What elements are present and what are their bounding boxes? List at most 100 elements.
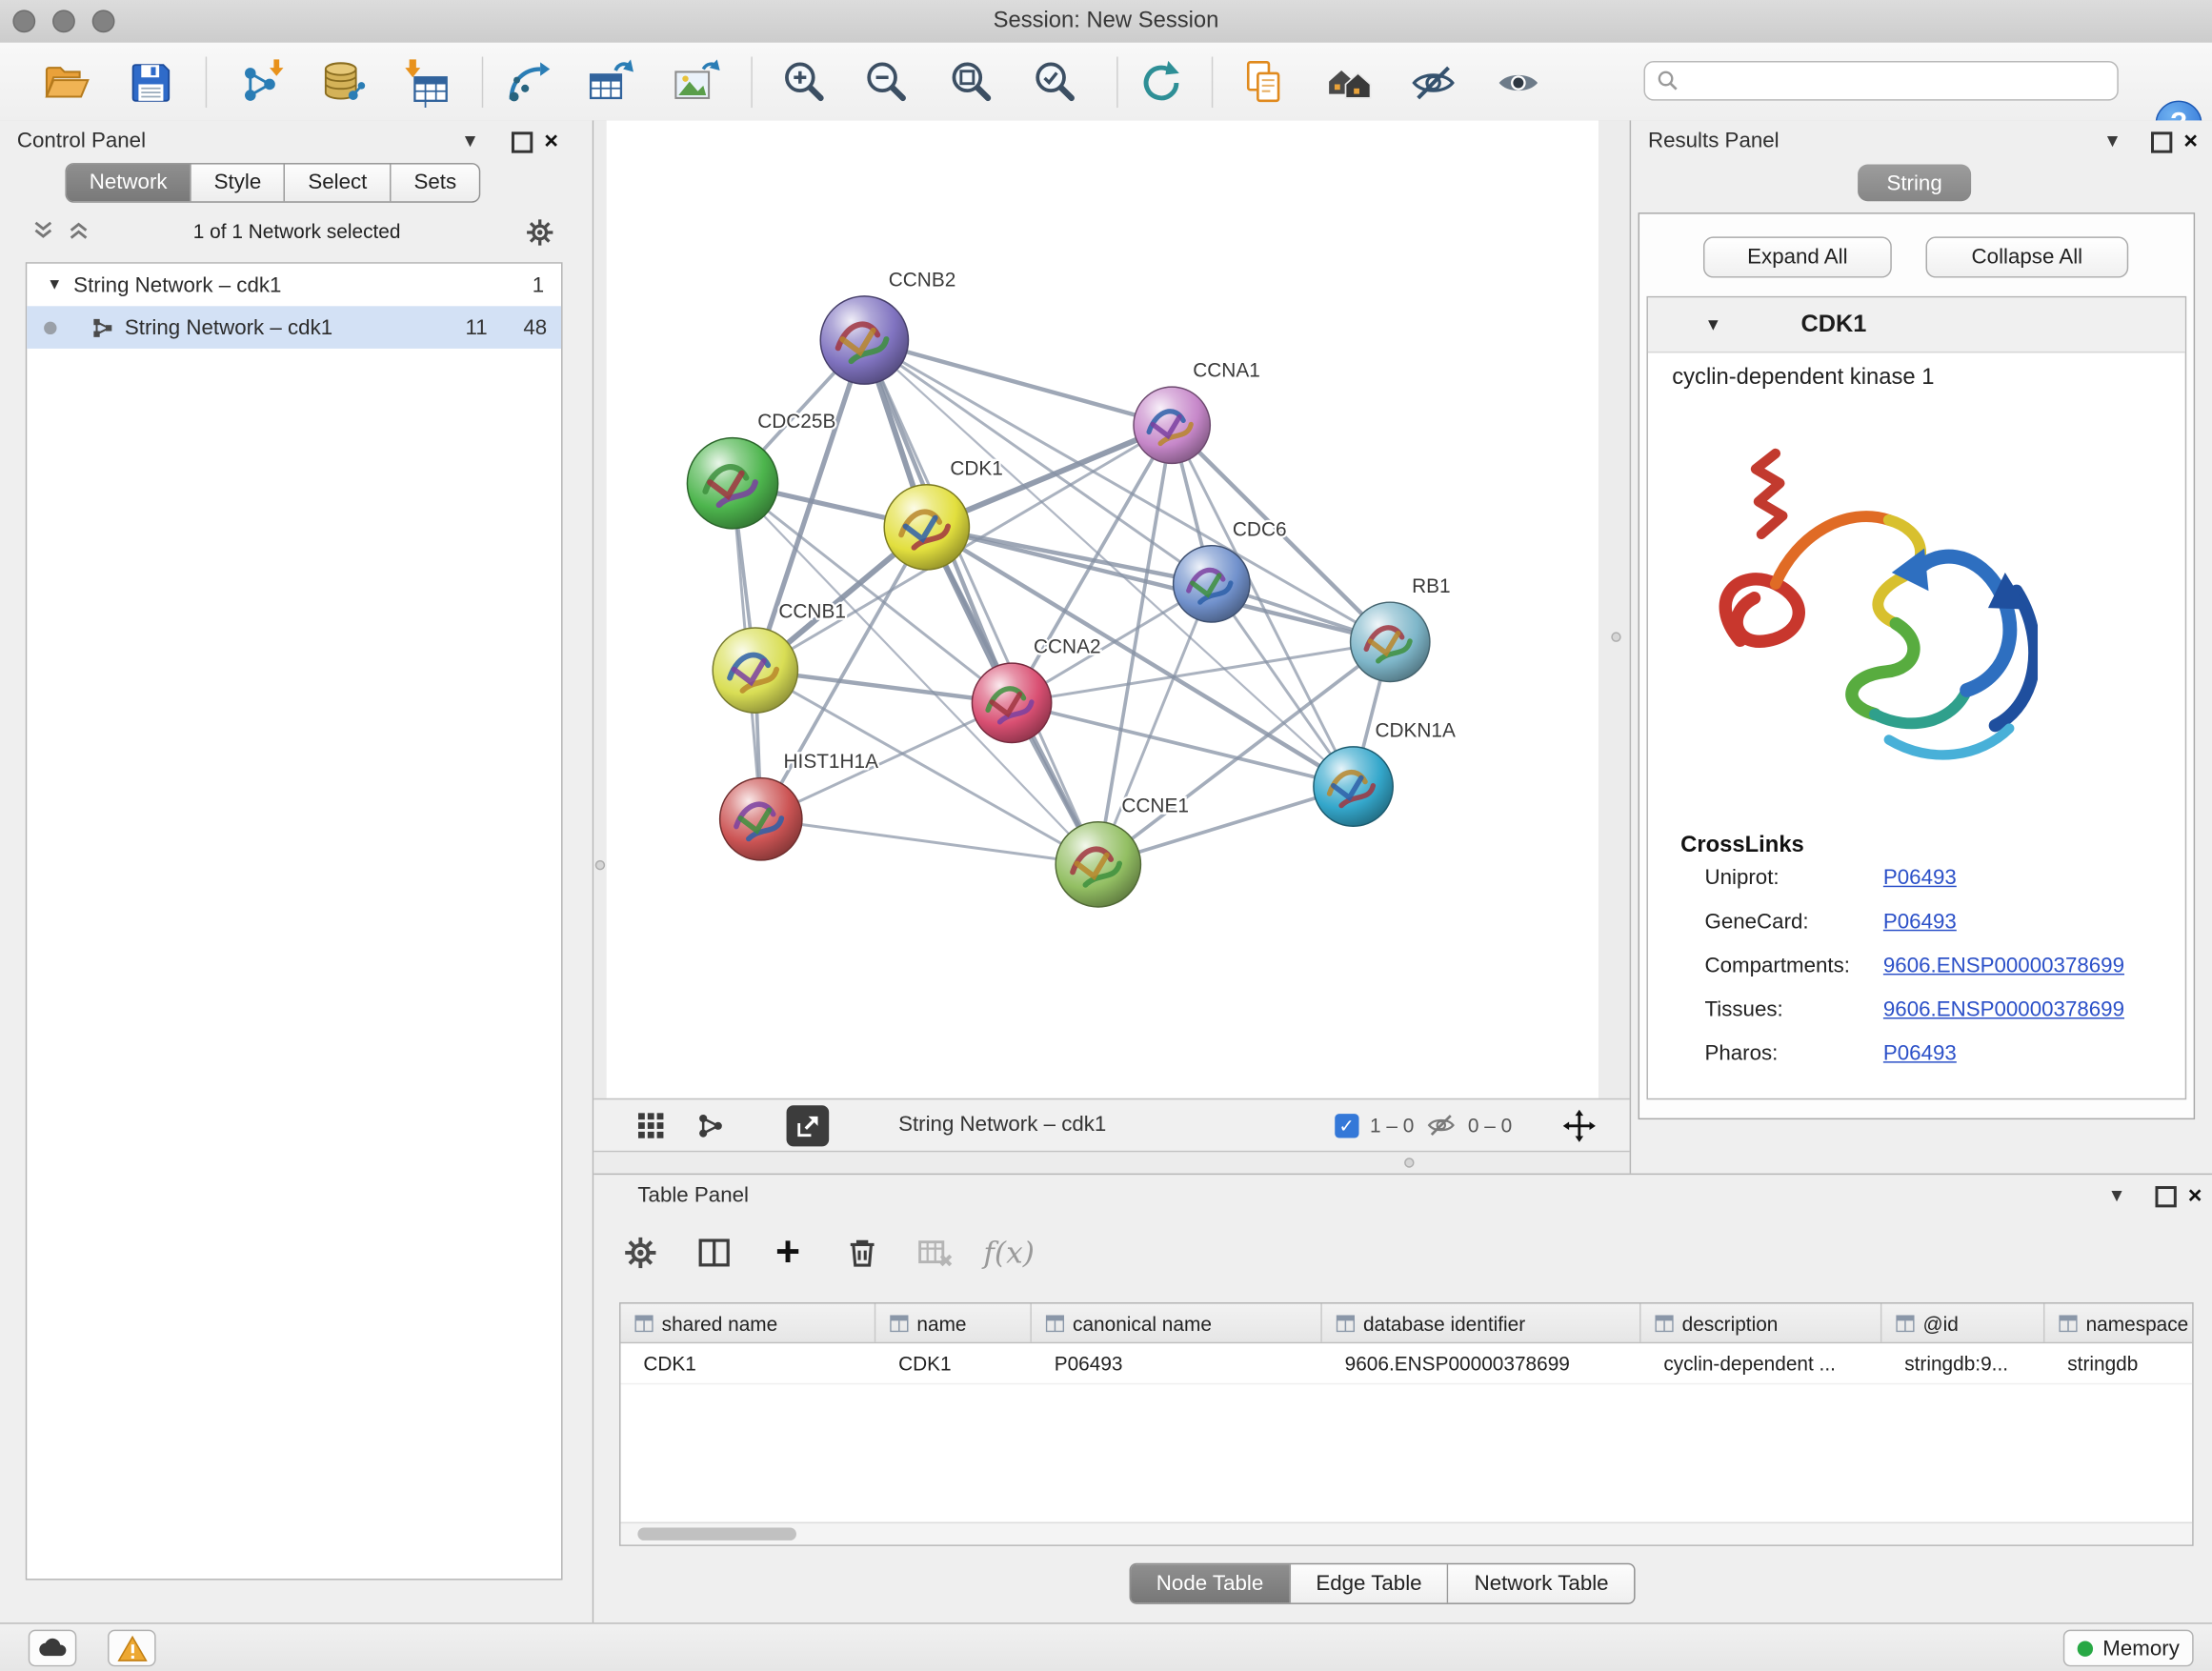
selected-checkbox-icon[interactable]: ✓ bbox=[1335, 1113, 1358, 1137]
search-box[interactable] bbox=[1644, 61, 2119, 101]
cloud-status-button[interactable] bbox=[29, 1630, 77, 1667]
birdseye-view-icon[interactable] bbox=[695, 1111, 725, 1140]
delete-table-button[interactable] bbox=[914, 1232, 956, 1275]
delete-column-button[interactable] bbox=[840, 1232, 883, 1275]
table-horizontal-scrollbar[interactable] bbox=[621, 1522, 2193, 1545]
refresh-layout-button[interactable] bbox=[1130, 55, 1192, 110]
table-cell[interactable]: stringdb:9... bbox=[1881, 1343, 2044, 1383]
tab-node-table[interactable]: Node Table bbox=[1131, 1564, 1291, 1602]
network-node-CDC6[interactable]: CDC6 bbox=[1174, 518, 1287, 622]
search-input[interactable] bbox=[1679, 68, 2118, 93]
zoom-in-button[interactable] bbox=[773, 55, 835, 110]
create-column-button[interactable]: + bbox=[767, 1232, 810, 1275]
gene-section-header[interactable]: ▼ CDK1 bbox=[1648, 297, 2185, 352]
column-header-description[interactable]: description bbox=[1641, 1304, 1882, 1342]
control-panel-float-icon[interactable] bbox=[512, 131, 533, 152]
network-options-gear-icon[interactable] bbox=[524, 217, 555, 249]
collapse-all-button[interactable]: Collapse All bbox=[1926, 236, 2129, 277]
new-network-from-selection-button[interactable] bbox=[496, 55, 558, 110]
import-network-from-database-button[interactable] bbox=[309, 55, 371, 110]
network-node-CDKN1A[interactable]: CDKN1A bbox=[1314, 720, 1456, 827]
network-canvas[interactable]: CCNB2CCNA1CDC25BCDK1CDC6RB1CCNB1CCNA2CDK… bbox=[607, 120, 1599, 1097]
table-cell[interactable]: 9606.ENSP00000378699 bbox=[1322, 1343, 1641, 1383]
string-results-tab[interactable]: String bbox=[1858, 165, 1971, 202]
crosslink-link[interactable]: P06493 bbox=[1883, 910, 1957, 934]
show-columns-button[interactable] bbox=[693, 1232, 735, 1275]
table-row[interactable]: CDK1CDK1P064939606.ENSP00000378699cyclin… bbox=[621, 1343, 2193, 1384]
network-node-HIST1H1A[interactable]: HIST1H1A bbox=[720, 751, 878, 860]
network-edge-CDK1-RB1[interactable] bbox=[927, 527, 1390, 641]
network-node-CCNB1[interactable]: CCNB1 bbox=[713, 601, 846, 714]
copy-button[interactable] bbox=[1233, 55, 1295, 110]
grid-view-icon[interactable] bbox=[636, 1111, 666, 1140]
tab-select[interactable]: Select bbox=[286, 165, 392, 202]
tab-style[interactable]: Style bbox=[191, 165, 286, 202]
crosslink-link[interactable]: 9606.ENSP00000378699 bbox=[1883, 954, 2124, 977]
function-builder-button[interactable]: f(x) bbox=[988, 1232, 1031, 1275]
network-node-CCNA1[interactable]: CCNA1 bbox=[1134, 360, 1260, 464]
fit-content-button[interactable] bbox=[939, 55, 1001, 110]
table-panel-float-icon[interactable] bbox=[2155, 1186, 2176, 1207]
table-cell[interactable]: P06493 bbox=[1032, 1343, 1322, 1383]
tab-network-table[interactable]: Network Table bbox=[1449, 1564, 1635, 1602]
table-cell[interactable]: CDK1 bbox=[621, 1343, 876, 1383]
column-header-name[interactable]: name bbox=[875, 1304, 1032, 1342]
results-panel-close-icon[interactable]: × bbox=[2183, 128, 2198, 156]
network-node-CCNB2[interactable]: CCNB2 bbox=[820, 269, 955, 384]
hide-selected-button[interactable] bbox=[1401, 55, 1463, 110]
network-node-RB1[interactable]: RB1 bbox=[1351, 575, 1451, 682]
control-panel-close-icon[interactable]: × bbox=[544, 128, 558, 156]
open-session-button[interactable] bbox=[34, 55, 96, 110]
copy-documents-icon bbox=[1239, 57, 1289, 107]
results-panel-float-icon[interactable] bbox=[2151, 131, 2172, 152]
export-network-button[interactable] bbox=[787, 1105, 830, 1146]
hidden-eye-slash-icon[interactable] bbox=[1425, 1110, 1457, 1141]
splitter-handle[interactable] bbox=[1611, 632, 1620, 641]
import-network-from-file-button[interactable] bbox=[227, 55, 289, 110]
network-node-CDC25B[interactable]: CDC25B bbox=[687, 411, 835, 529]
zoom-out-button[interactable] bbox=[855, 55, 916, 110]
fit-selected-button[interactable] bbox=[1023, 55, 1085, 110]
network-collection-row[interactable]: ▼ String Network – cdk1 1 bbox=[27, 264, 561, 307]
import-table-from-file-button[interactable] bbox=[394, 55, 456, 110]
zoom-out-icon bbox=[861, 57, 911, 107]
table-panel-menu-icon[interactable]: ▾ bbox=[2111, 1182, 2122, 1208]
export-arrow-icon bbox=[794, 1113, 821, 1139]
new-table-button[interactable] bbox=[578, 55, 640, 110]
warnings-button[interactable] bbox=[108, 1630, 156, 1667]
table-panel-close-icon[interactable]: × bbox=[2188, 1182, 2202, 1211]
table-options-button[interactable] bbox=[619, 1232, 662, 1275]
section-expander-icon[interactable]: ▼ bbox=[1704, 314, 1721, 334]
column-header-canonical-name[interactable]: canonical name bbox=[1032, 1304, 1322, 1342]
network-row[interactable]: String Network – cdk1 11 48 bbox=[27, 306, 561, 349]
tab-edge-table[interactable]: Edge Table bbox=[1291, 1564, 1449, 1602]
column-header-database-identifier[interactable]: database identifier bbox=[1322, 1304, 1641, 1342]
save-session-button[interactable] bbox=[119, 55, 181, 110]
show-all-button[interactable] bbox=[1486, 55, 1548, 110]
splitter-handle[interactable] bbox=[595, 860, 605, 870]
crosslink-link[interactable]: P06493 bbox=[1883, 1041, 1957, 1065]
crosslink-link[interactable]: P06493 bbox=[1883, 866, 1957, 890]
tree-expander-icon[interactable]: ▼ bbox=[47, 276, 62, 293]
table-cell[interactable]: cyclin-dependent ... bbox=[1641, 1343, 1882, 1383]
column-header-@id[interactable]: @id bbox=[1881, 1304, 2044, 1342]
control-panel-menu-icon[interactable]: ▾ bbox=[465, 128, 475, 153]
scrollbar-thumb[interactable] bbox=[637, 1528, 796, 1540]
memory-button[interactable]: Memory bbox=[2063, 1630, 2194, 1667]
export-image-button[interactable] bbox=[663, 55, 725, 110]
crosslink-link[interactable]: 9606.ENSP00000378699 bbox=[1883, 997, 2124, 1021]
network-edge-CCNB2-CCNE1[interactable] bbox=[864, 340, 1097, 864]
table-cell[interactable]: CDK1 bbox=[875, 1343, 1032, 1383]
horizontal-splitter[interactable] bbox=[593, 1152, 1629, 1173]
tab-network[interactable]: Network bbox=[67, 165, 191, 202]
results-panel-menu-icon[interactable]: ▾ bbox=[2107, 128, 2118, 153]
column-header-namespace[interactable]: namespace bbox=[2044, 1304, 2193, 1342]
column-header-shared-name[interactable]: shared name bbox=[621, 1304, 876, 1342]
network-node-CDK1[interactable]: CDK1 bbox=[884, 457, 1003, 570]
pan-crosshair-icon[interactable] bbox=[1563, 1109, 1596, 1141]
expand-all-button[interactable]: Expand All bbox=[1703, 236, 1892, 277]
table-cell[interactable]: stringdb bbox=[2044, 1343, 2193, 1383]
network-edge-HIST1H1A-CCNE1[interactable] bbox=[761, 819, 1098, 865]
tab-sets[interactable]: Sets bbox=[392, 165, 479, 202]
home-button[interactable] bbox=[1317, 55, 1379, 110]
